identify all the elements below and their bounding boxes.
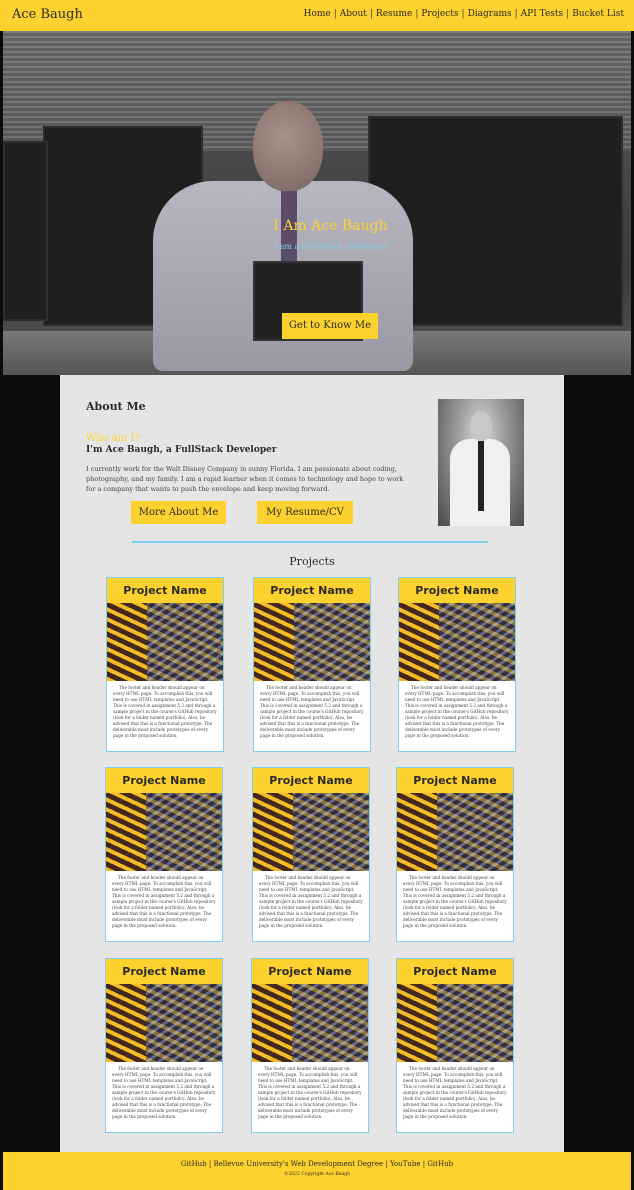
project-card-image-overlay xyxy=(294,603,370,681)
nav-link-resume[interactable]: Resume xyxy=(376,9,412,19)
project-card-image-overlay xyxy=(439,603,515,681)
footer-copyright: ©2022 Copyright Ace Baugh xyxy=(283,1172,351,1177)
hero-background-monitor xyxy=(3,141,48,321)
project-card-image xyxy=(106,984,222,1062)
project-card[interactable]: Project Name The footer and header should… xyxy=(252,767,370,942)
about-heading: About Me xyxy=(86,400,146,413)
project-card-image xyxy=(252,984,368,1062)
project-card-image xyxy=(399,603,515,681)
project-card-description: The footer and header should appear on e… xyxy=(113,685,217,738)
main-nav: Home | About | Resume | Projects | Diagrams |… xyxy=(304,9,624,19)
portrait-tie xyxy=(478,441,484,511)
nav-separator: | xyxy=(369,9,373,19)
about-bio: I currently work for the Walt Disney Com… xyxy=(86,465,404,493)
nav-separator: | xyxy=(333,9,337,19)
projects-heading: Projects xyxy=(289,555,335,568)
portrait-photo xyxy=(438,399,524,526)
nav-link-projects[interactable]: Projects xyxy=(421,9,458,19)
nav-link-diagrams[interactable]: Diagrams xyxy=(468,9,512,19)
project-card-description: The footer and header should appear on e… xyxy=(112,1066,216,1119)
project-card-description: The footer and header should appear on e… xyxy=(259,875,363,928)
project-card[interactable]: Project Name The footer and header should… xyxy=(398,577,516,752)
project-card[interactable]: Project Name The footer and header should… xyxy=(253,577,371,752)
section-divider xyxy=(132,541,488,543)
nav-link-bucket-list[interactable]: Bucket List xyxy=(572,9,624,19)
nav-separator: | xyxy=(415,9,419,19)
hero-banner: I Am Ace Baugh I am a Full-Stack Develop… xyxy=(3,31,631,375)
brand-logo-text[interactable]: Ace Baugh xyxy=(12,7,83,22)
project-card[interactable]: Project Name The footer and header should… xyxy=(105,958,223,1133)
project-card-image-overlay xyxy=(437,793,513,871)
project-card[interactable]: Project Name The footer and header should… xyxy=(396,767,514,942)
project-card[interactable]: Project Name The footer and header should… xyxy=(396,958,514,1133)
project-card[interactable]: Project Name The footer and header should… xyxy=(106,577,224,752)
hero-subtitle: I am a Full-Stack Developer xyxy=(273,242,388,251)
project-card-image xyxy=(397,984,513,1062)
footer-link-youtube[interactable]: YouTube xyxy=(390,1160,421,1168)
nav-separator: | xyxy=(566,9,570,19)
project-card-description: The footer and header should appear on e… xyxy=(260,685,364,738)
project-card-image-overlay xyxy=(437,984,513,1062)
site-footer: GitHub | Bellevue University's Web Devel… xyxy=(3,1152,631,1190)
project-card-description: The footer and header should appear on e… xyxy=(112,875,216,928)
hero-person-head xyxy=(253,101,323,191)
project-card-image-overlay xyxy=(146,793,222,871)
who-am-i-heading: Who am I? xyxy=(86,433,140,444)
nav-link-about[interactable]: About xyxy=(340,9,367,19)
project-card-title: Project Name xyxy=(254,578,370,603)
my-resume-button[interactable]: My Resume/CV xyxy=(257,501,353,524)
nav-separator: | xyxy=(461,9,465,19)
main-content: About Me Who am I? I'm Ace Baugh, a Full… xyxy=(60,375,564,1152)
hero-title: I Am Ace Baugh xyxy=(273,218,388,234)
project-card-title: Project Name xyxy=(106,959,222,984)
project-card-description: The footer and header should appear on e… xyxy=(258,1066,362,1119)
get-to-know-me-button[interactable]: Get to Know Me xyxy=(282,313,378,339)
site-header: Ace Baugh Home | About | Resume | Projects |… xyxy=(0,0,634,31)
project-card-image xyxy=(107,603,223,681)
project-card-image-overlay xyxy=(293,793,369,871)
who-am-i-subheading: I'm Ace Baugh, a FullStack Developer xyxy=(86,445,277,455)
project-card-title: Project Name xyxy=(397,959,513,984)
project-card-image-overlay xyxy=(146,984,222,1062)
more-about-me-button[interactable]: More About Me xyxy=(131,501,226,524)
project-card[interactable]: Project Name The footer and header should… xyxy=(251,958,369,1133)
project-card-image xyxy=(254,603,370,681)
project-card-title: Project Name xyxy=(399,578,515,603)
project-card-title: Project Name xyxy=(106,768,222,793)
footer-link-github-2[interactable]: GitHub xyxy=(427,1160,453,1168)
nav-link-home[interactable]: Home xyxy=(304,9,331,19)
project-card-description: The footer and header should appear on e… xyxy=(403,1066,507,1119)
project-card-image xyxy=(253,793,369,871)
project-card-title: Project Name xyxy=(252,959,368,984)
footer-links: GitHub | Bellevue University's Web Devel… xyxy=(3,1160,631,1168)
project-card-title: Project Name xyxy=(107,578,223,603)
footer-link-github[interactable]: GitHub xyxy=(181,1160,207,1168)
project-card[interactable]: Project Name The footer and header should… xyxy=(105,767,223,942)
project-card-image xyxy=(106,793,222,871)
project-card-description: The footer and header should appear on e… xyxy=(403,875,507,928)
nav-link-api-tests[interactable]: API Tests xyxy=(521,9,563,19)
portrait-face xyxy=(470,411,492,441)
project-card-image-overlay xyxy=(147,603,223,681)
nav-separator: | xyxy=(514,9,518,19)
project-card-title: Project Name xyxy=(253,768,369,793)
project-card-title: Project Name xyxy=(397,768,513,793)
project-card-image-overlay xyxy=(292,984,368,1062)
footer-link-bellevue[interactable]: Bellevue University's Web Development De… xyxy=(214,1160,384,1168)
project-card-image xyxy=(397,793,513,871)
project-card-description: The footer and header should appear on e… xyxy=(405,685,509,738)
